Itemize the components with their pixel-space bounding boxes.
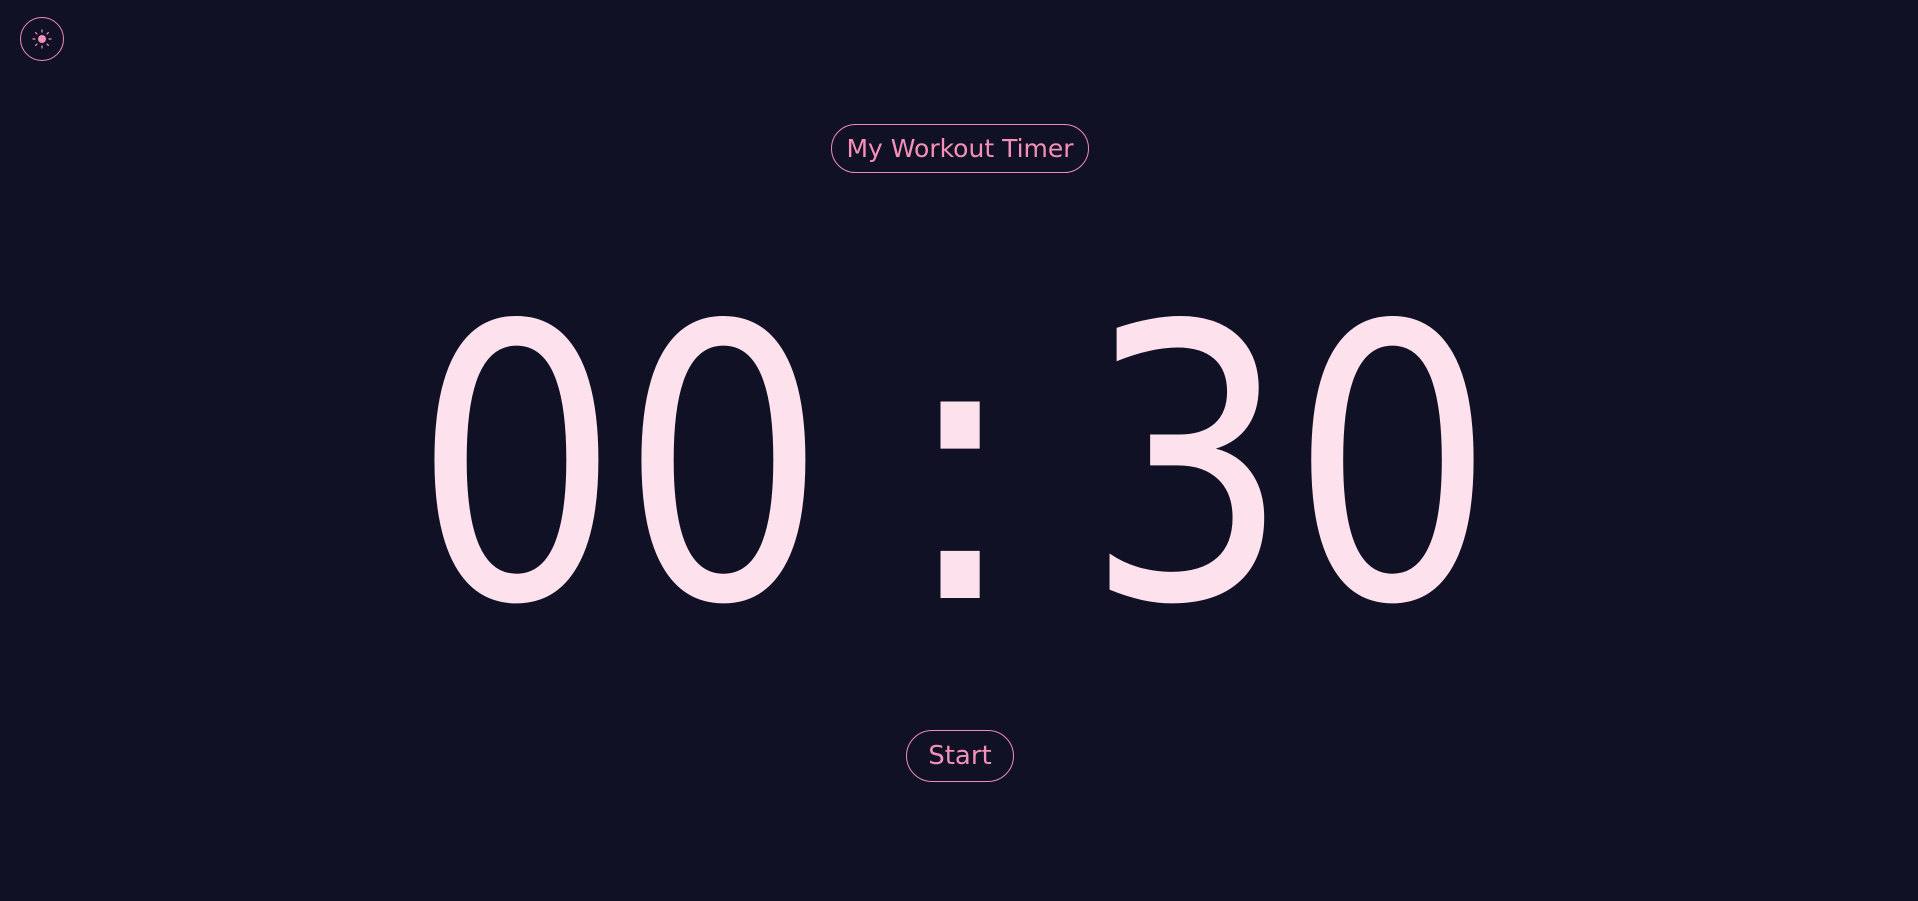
start-button[interactable]: Start <box>906 730 1014 782</box>
timer-seconds: 30 <box>1085 295 1495 625</box>
timer-display: 00 : 30 <box>413 295 1495 625</box>
timer-title: My Workout Timer <box>846 134 1074 163</box>
theme-toggle-button[interactable] <box>20 17 64 61</box>
timer-page: My Workout Timer 00 : 30 Start <box>0 0 1918 901</box>
timer-minutes: 00 <box>413 295 827 625</box>
timer-title-field[interactable]: My Workout Timer <box>831 124 1089 173</box>
start-button-label: Start <box>928 741 992 771</box>
sun-icon <box>32 29 52 49</box>
timer-separator: : <box>896 295 1024 625</box>
